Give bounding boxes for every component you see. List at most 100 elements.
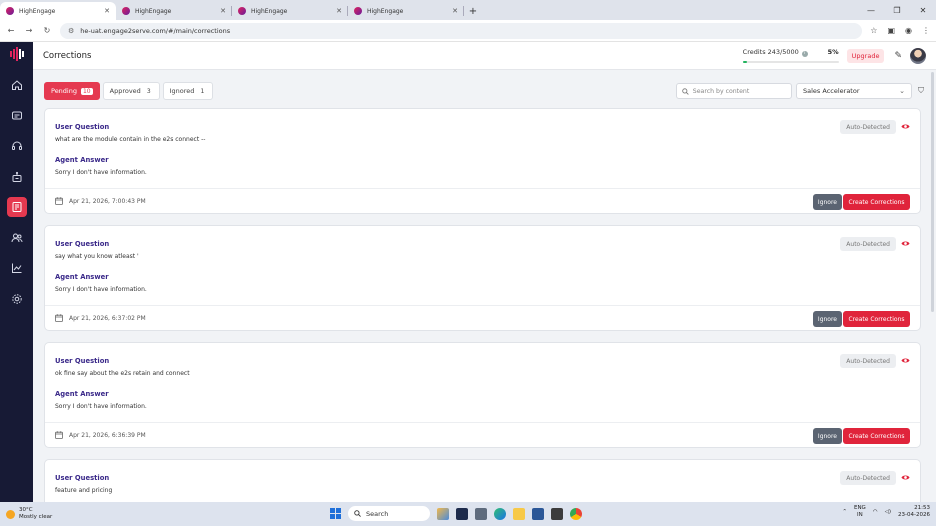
- close-icon[interactable]: ✕: [452, 7, 458, 15]
- window-controls: — ❐ ✕: [858, 0, 936, 20]
- create-corrections-button[interactable]: Create Corrections: [843, 311, 910, 327]
- minimize-icon[interactable]: —: [858, 6, 884, 15]
- tab-ignored[interactable]: Ignored 1: [162, 82, 214, 100]
- agent-select-value: Sales Accelerator: [803, 87, 860, 95]
- eye-icon[interactable]: [901, 356, 910, 365]
- wifi-icon[interactable]: ◠: [873, 509, 878, 515]
- start-icon[interactable]: [330, 508, 341, 519]
- highengage-favicon-icon: [6, 7, 14, 15]
- region-code: IN: [857, 512, 863, 518]
- weather-widget[interactable]: 30°C Mostly clear: [0, 507, 100, 521]
- language-indicator[interactable]: ENG IN: [854, 505, 866, 519]
- browser-tab-1[interactable]: HighEngage ✕: [0, 2, 116, 20]
- app-icon[interactable]: [551, 507, 563, 520]
- eye-icon[interactable]: [901, 239, 910, 248]
- taskbar-search[interactable]: Search: [348, 506, 430, 521]
- create-corrections-button[interactable]: Create Corrections: [843, 194, 910, 210]
- question-text: what are the module contain in the e2s c…: [55, 136, 206, 143]
- sidebar-item-users[interactable]: [7, 228, 27, 248]
- edit-icon[interactable]: ✎: [894, 51, 902, 61]
- credits-percent: 5%: [827, 47, 839, 56]
- status-badge: Auto-Detected: [840, 354, 896, 368]
- highengage-favicon-icon: [238, 7, 246, 15]
- answer-label: Agent Answer: [55, 390, 109, 398]
- chart-icon: [11, 263, 21, 273]
- ignore-button[interactable]: Ignore: [812, 311, 842, 327]
- ignore-button[interactable]: Ignore: [812, 428, 842, 444]
- eye-icon[interactable]: [901, 122, 910, 131]
- timestamp: Apr 21, 2026, 6:36:39 PM: [69, 432, 146, 439]
- sidebar: [0, 42, 33, 502]
- sidebar-item-conversations[interactable]: [7, 106, 27, 126]
- sidebar-item-corrections[interactable]: [6, 197, 27, 217]
- close-icon[interactable]: ✕: [220, 7, 226, 15]
- gear-icon: [11, 293, 22, 304]
- edit-document-icon: [12, 202, 21, 212]
- file-explorer-icon[interactable]: [513, 507, 525, 520]
- store-icon[interactable]: [532, 507, 544, 520]
- sidebar-item-settings[interactable]: [7, 289, 27, 309]
- tab-count: 3: [146, 87, 151, 95]
- search-icon: [682, 87, 689, 95]
- forward-icon[interactable]: →: [24, 26, 34, 35]
- widgets-app-icon[interactable]: [437, 507, 449, 520]
- browser-tab-title: HighEngage: [251, 7, 288, 15]
- browser-tab-2[interactable]: HighEngage ✕: [116, 2, 232, 20]
- sidebar-item-home[interactable]: [7, 75, 27, 95]
- weather-text: Mostly clear: [19, 514, 53, 520]
- site-settings-icon[interactable]: ⚙: [68, 27, 74, 35]
- edge-browser-icon[interactable]: [494, 507, 506, 520]
- bookmark-star-icon[interactable]: ☆: [870, 26, 877, 35]
- tab-pending[interactable]: Pending 10: [44, 82, 100, 100]
- task-view-icon[interactable]: [456, 507, 468, 520]
- tab-approved[interactable]: Approved 3: [102, 82, 160, 100]
- profile-icon[interactable]: ◉: [905, 26, 912, 35]
- close-window-icon[interactable]: ✕: [910, 6, 936, 15]
- status-badge: Auto-Detected: [840, 471, 896, 485]
- question-text: feature and pricing: [55, 487, 113, 494]
- clock[interactable]: 21:53 23-04-2026: [898, 505, 930, 519]
- avatar[interactable]: [910, 47, 926, 64]
- search-input[interactable]: [692, 87, 786, 95]
- agent-select[interactable]: Sales Accelerator ⌄: [796, 83, 912, 99]
- correction-card: User Question what are the module contai…: [44, 108, 921, 214]
- eye-icon[interactable]: [901, 473, 910, 482]
- reload-icon[interactable]: ↻: [42, 26, 52, 35]
- credits-progress-fill: [742, 60, 748, 63]
- sidebar-item-bot[interactable]: [7, 167, 27, 187]
- highengage-favicon-icon: [122, 7, 130, 15]
- chrome-browser-icon[interactable]: [570, 507, 582, 520]
- filter-icon[interactable]: ⛉: [918, 86, 924, 96]
- search-icon: [354, 510, 361, 517]
- volume-icon[interactable]: ◁): [885, 509, 891, 515]
- ignore-button[interactable]: Ignore: [812, 194, 842, 210]
- menu-dots-icon[interactable]: ⋮: [922, 26, 930, 35]
- back-icon[interactable]: ←: [6, 26, 16, 35]
- scrollbar[interactable]: [931, 72, 934, 312]
- sidebar-item-support[interactable]: [7, 136, 27, 156]
- question-label: User Question: [55, 474, 110, 482]
- close-icon[interactable]: ✕: [104, 7, 110, 15]
- close-icon[interactable]: ✕: [336, 7, 342, 15]
- answer-text: Sorry I don't have information.: [55, 286, 147, 293]
- highengage-logo-icon[interactable]: [9, 47, 24, 61]
- chevron-up-icon[interactable]: ⌃: [842, 509, 847, 515]
- divider: [45, 422, 920, 423]
- timestamp: Apr 21, 2026, 7:00:43 PM: [69, 198, 146, 205]
- upgrade-button[interactable]: Upgrade: [846, 48, 885, 63]
- create-corrections-button[interactable]: Create Corrections: [843, 428, 910, 444]
- info-icon[interactable]: i: [801, 50, 808, 57]
- tab-label: Approved: [109, 87, 141, 95]
- browser-tab-3[interactable]: HighEngage ✕: [232, 2, 348, 20]
- side-panel-icon[interactable]: ▣: [887, 26, 895, 35]
- app-icon[interactable]: [475, 507, 487, 520]
- browser-tab-4[interactable]: HighEngage ✕: [348, 2, 464, 20]
- answer-text: Sorry I don't have information.: [55, 169, 147, 176]
- weather-icon: [6, 509, 15, 519]
- url-field[interactable]: ⚙ he-uat.engage2serve.com/#/main/correct…: [60, 22, 863, 39]
- new-tab-icon[interactable]: +: [464, 2, 482, 20]
- tab-label: Pending: [51, 87, 77, 95]
- language-code: ENG: [853, 505, 866, 511]
- restore-icon[interactable]: ❐: [884, 6, 910, 15]
- sidebar-item-analytics[interactable]: [7, 258, 27, 278]
